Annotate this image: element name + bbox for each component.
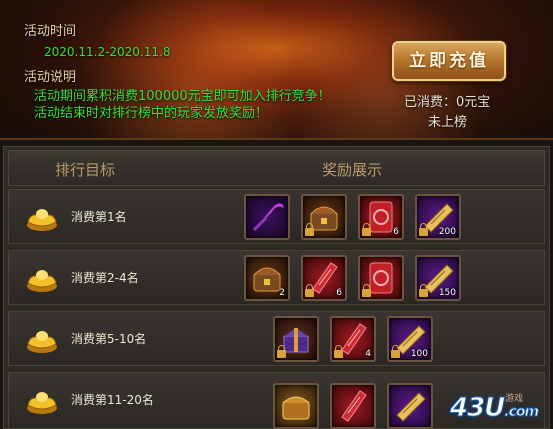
col-reward-header: 奖励展示	[322, 161, 383, 179]
ranking-row: 消费第2-4名 2 6 150	[8, 250, 545, 305]
event-desc-line2: 活动结束时对排行榜中的玩家发放奖励！	[34, 106, 269, 121]
golden-chest-icon[interactable]	[273, 383, 319, 429]
purple-scroll-icon[interactable]: 100	[387, 316, 433, 362]
item-count: 6	[393, 227, 399, 237]
purple-scroll-icon[interactable]	[387, 383, 433, 429]
lock-icon	[391, 345, 400, 358]
lock-icon	[419, 223, 428, 236]
ranking-header: 排行目标 奖励展示	[8, 150, 545, 186]
event-time-title: 活动时间	[24, 24, 77, 39]
rank-label: 消费第11-20名	[71, 393, 154, 407]
treasure-chest-icon[interactable]: 2	[244, 255, 290, 301]
red-talisman-icon[interactable]	[330, 383, 376, 429]
rank-label: 消费第5-10名	[71, 332, 147, 346]
lock-icon	[305, 223, 314, 236]
red-talisman-icon[interactable]: 4	[330, 316, 376, 362]
ranking-row: 消费第5-10名 4 100	[8, 311, 545, 366]
rank-label: 消费第2-4名	[71, 271, 139, 285]
rank-status: 未上榜	[428, 115, 468, 130]
item-count: 4	[365, 349, 371, 359]
red-talisman-icon[interactable]: 6	[301, 255, 347, 301]
lock-icon	[305, 284, 314, 297]
lock-icon	[419, 284, 428, 297]
red-token-icon[interactable]: 6	[358, 194, 404, 240]
gold-ingot-icon	[27, 209, 57, 231]
item-count: 200	[438, 227, 456, 237]
event-banner: 活动时间 2020.11.2-2020.11.8 活动说明 活动期间累积消费10…	[0, 0, 553, 140]
lock-icon	[277, 345, 286, 358]
watermark-main: 43U	[449, 393, 505, 424]
watermark-suffix: .com	[504, 404, 540, 421]
lock-icon	[362, 223, 371, 236]
event-time-range: 2020.11.2-2020.11.8	[44, 45, 171, 59]
gift-box-icon[interactable]	[273, 316, 319, 362]
purple-scroll-icon[interactable]: 150	[415, 255, 461, 301]
purple-scroll-icon[interactable]: 200	[415, 194, 461, 240]
recharge-button[interactable]: 立即充值	[392, 41, 506, 81]
rank-label: 消费第1名	[71, 210, 127, 224]
gold-ingot-icon	[27, 270, 57, 292]
treasure-chest-icon[interactable]	[301, 194, 347, 240]
event-desc-title: 活动说明	[24, 70, 77, 85]
red-token-icon[interactable]	[358, 255, 404, 301]
lock-icon	[362, 284, 371, 297]
scythe-icon[interactable]	[244, 194, 290, 240]
item-count: 2	[279, 288, 285, 298]
site-watermark-logo: 43U.com	[449, 393, 540, 424]
item-count: 100	[410, 349, 428, 359]
ranking-row: 消费第1名 6 200	[8, 189, 545, 244]
gold-ingot-icon	[27, 331, 57, 353]
col-target-header: 排行目标	[55, 161, 116, 179]
gold-ingot-icon	[27, 392, 57, 414]
item-count: 6	[336, 288, 342, 298]
lock-icon	[334, 345, 343, 358]
spent-amount: 已消费：0元宝	[404, 95, 491, 110]
item-count: 150	[438, 288, 456, 298]
